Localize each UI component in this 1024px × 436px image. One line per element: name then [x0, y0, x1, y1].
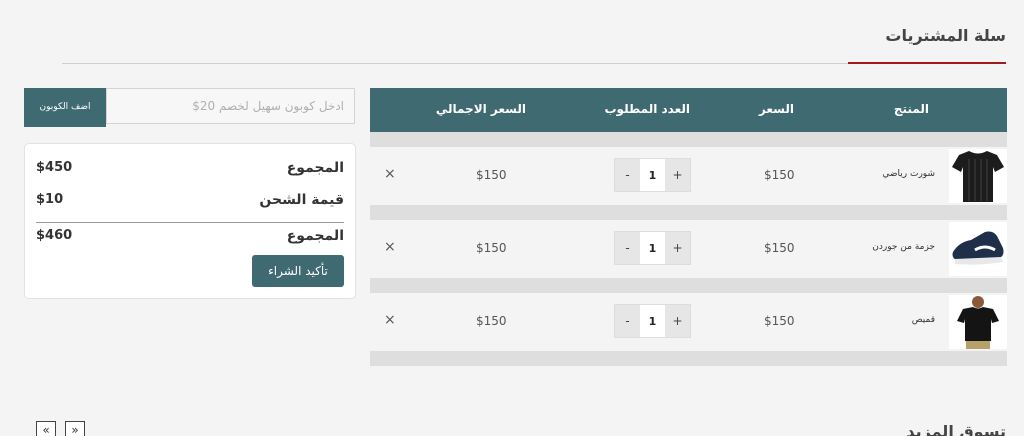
confirm-purchase-button[interactable]: تأكيد الشراء — [252, 255, 344, 287]
line-total: $150 — [476, 314, 507, 328]
product-price: $150 — [764, 314, 795, 328]
decrement-button[interactable]: - — [615, 305, 640, 337]
quantity-stepper: - 1 + — [614, 304, 691, 338]
product-price: $150 — [764, 241, 795, 255]
subtotal-label: المجموع — [286, 160, 344, 176]
decrement-button[interactable]: - — [615, 232, 640, 264]
remove-item-icon[interactable]: × — [384, 239, 396, 255]
cart-row: شورت رياضي $150 - 1 + $150 × — [370, 147, 1007, 205]
carousel-next-button[interactable]: » — [65, 421, 85, 436]
summary-divider — [36, 222, 344, 223]
product-price: $150 — [764, 168, 795, 182]
quantity-stepper: - 1 + — [614, 158, 691, 192]
shop-more-title: تسوق المزيد — [906, 422, 1006, 436]
subtotal-value: $450 — [36, 160, 73, 175]
subtotal-row: المجموع $450 — [36, 160, 344, 180]
cart-table-header: المنتج السعر العدد المطلوب السعر الاجمال… — [370, 88, 1007, 132]
product-image-sneaker — [949, 222, 1007, 276]
shipping-value: $10 — [36, 192, 64, 207]
product-image-shorts — [949, 149, 1007, 203]
product-name[interactable]: جزمة من جوردن — [872, 242, 935, 252]
line-total: $150 — [476, 168, 507, 182]
shipping-label: قيمة الشحن — [259, 192, 344, 208]
coupon-input[interactable] — [106, 88, 355, 124]
quantity-stepper: - 1 + — [614, 231, 691, 265]
carousel-prev-button[interactable]: « — [36, 421, 56, 436]
quantity-value[interactable]: 1 — [640, 305, 665, 337]
remove-item-icon[interactable]: × — [384, 312, 396, 328]
remove-item-icon[interactable]: × — [384, 166, 396, 182]
total-label: المجموع — [286, 228, 344, 244]
cart-table: المنتج السعر العدد المطلوب السعر الاجمال… — [370, 88, 1007, 366]
line-total: $150 — [476, 241, 507, 255]
add-coupon-button[interactable]: اضف الكوبون — [24, 88, 106, 127]
header-quantity: العدد المطلوب — [604, 102, 691, 116]
header-total: السعر الاجمالي — [435, 102, 526, 116]
page-title: سلة المشتريات — [885, 26, 1006, 45]
header-price: السعر — [758, 102, 794, 116]
quantity-value[interactable]: 1 — [640, 232, 665, 264]
product-image-shirt — [949, 295, 1007, 349]
product-name[interactable]: قميص — [912, 315, 935, 325]
cart-row: قميص $150 - 1 + $150 × — [370, 293, 1007, 351]
cart-row: جزمة من جوردن $150 - 1 + $150 × — [370, 220, 1007, 278]
increment-button[interactable]: + — [665, 305, 690, 337]
quantity-value[interactable]: 1 — [640, 159, 665, 191]
product-name[interactable]: شورت رياضي — [882, 169, 935, 179]
total-value: $460 — [36, 228, 73, 243]
header-product: المنتج — [893, 102, 929, 116]
order-summary: المجموع $450 قيمة الشحن $10 المجموع $460… — [24, 143, 356, 299]
shipping-row: قيمة الشحن $10 — [36, 192, 344, 212]
decrement-button[interactable]: - — [615, 159, 640, 191]
total-row: المجموع $460 — [36, 228, 344, 248]
increment-button[interactable]: + — [665, 232, 690, 264]
title-accent-underline — [848, 62, 1006, 64]
increment-button[interactable]: + — [665, 159, 690, 191]
